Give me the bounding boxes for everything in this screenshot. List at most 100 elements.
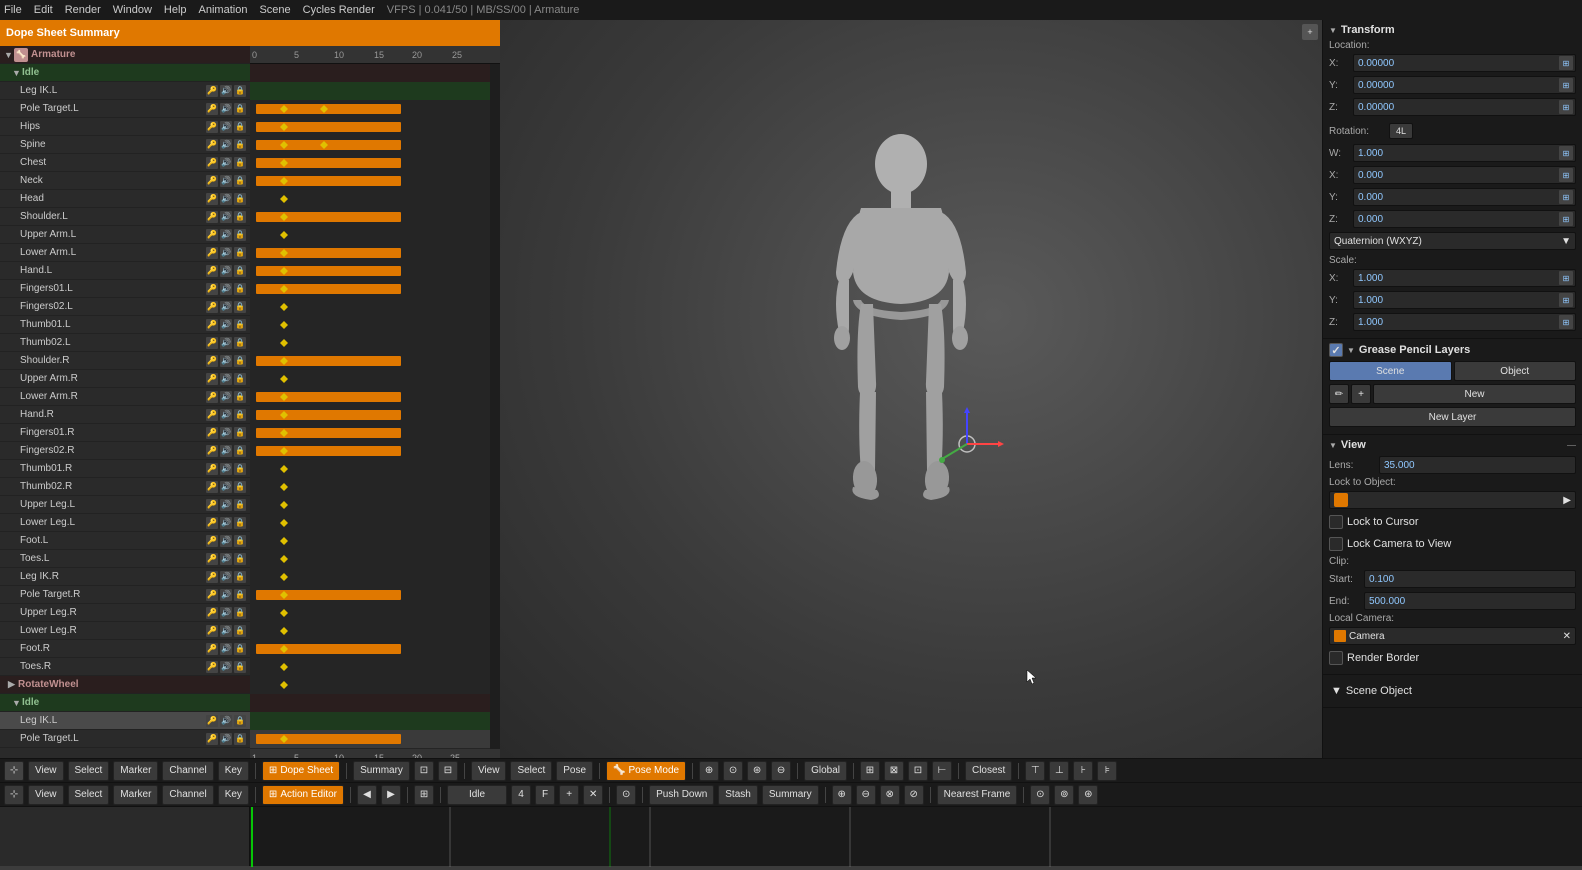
icon-key30[interactable]: 🔑: [206, 607, 218, 619]
tb1-key-btn[interactable]: Key: [218, 761, 249, 781]
icon-lock20[interactable]: 🔒: [234, 427, 246, 439]
icon-key23[interactable]: 🔑: [206, 481, 218, 493]
channel-toes-l[interactable]: Toes.L 🔑🔊🔒: [0, 550, 250, 568]
icon-mute5[interactable]: 🔊: [220, 157, 232, 169]
icon-mute6[interactable]: 🔊: [220, 175, 232, 187]
icon-key11[interactable]: 🔑: [206, 265, 218, 277]
loc-y-value[interactable]: 0.00000 ⊞: [1353, 76, 1576, 94]
loc-y-copy[interactable]: ⊞: [1559, 78, 1573, 92]
icon-mute31[interactable]: 🔊: [220, 625, 232, 637]
channel-thumb01-r[interactable]: Thumb01.R 🔑🔊🔒: [0, 460, 250, 478]
icon-key32[interactable]: 🔑: [206, 643, 218, 655]
channel-shoulder-r[interactable]: Shoulder.R 🔑🔊🔒: [0, 352, 250, 370]
icon-lock3[interactable]: 🔒: [234, 121, 246, 133]
tb2-nearest-frame-btn[interactable]: Nearest Frame: [937, 785, 1018, 805]
tb2-icon-1[interactable]: ⊹: [4, 785, 24, 805]
lock-object-chevron[interactable]: ▶: [1563, 495, 1571, 506]
tb2-view-btn[interactable]: View: [28, 785, 64, 805]
tb1-icon-14[interactable]: ⊦: [1073, 761, 1093, 781]
menu-render[interactable]: Render: [65, 4, 101, 16]
tb1-icon-8[interactable]: ⊞: [860, 761, 880, 781]
icon-lock35[interactable]: 🔒: [234, 733, 246, 745]
loc-z-value[interactable]: 0.00000 ⊞: [1353, 98, 1576, 116]
icon-key15[interactable]: 🔑: [206, 337, 218, 349]
icon-mute30[interactable]: 🔊: [220, 607, 232, 619]
rotation-mode-btn[interactable]: 4L: [1389, 123, 1413, 139]
tb2-marker-btn[interactable]: Marker: [113, 785, 158, 805]
icon-mute35[interactable]: 🔊: [220, 733, 232, 745]
icon-key6[interactable]: 🔑: [206, 175, 218, 187]
icon-lock[interactable]: 🔒: [234, 85, 246, 97]
channel-leg-ik-l[interactable]: Leg IK.L 🔑 🔊 🔒: [0, 82, 250, 100]
tb2-icon-12[interactable]: ⊛: [1078, 785, 1098, 805]
scale-z-copy[interactable]: ⊞: [1559, 315, 1573, 329]
icon-lock34[interactable]: 🔒: [234, 715, 246, 727]
channel-upper-leg-l[interactable]: Upper Leg.L 🔑🔊🔒: [0, 496, 250, 514]
tb1-global-btn[interactable]: Global: [804, 761, 847, 781]
icon-mute16[interactable]: 🔊: [220, 355, 232, 367]
tb2-frame-num[interactable]: 4: [511, 785, 531, 805]
scale-z-value[interactable]: 1.000 ⊞: [1353, 313, 1576, 331]
icon-lock6[interactable]: 🔒: [234, 175, 246, 187]
tb2-icon-3[interactable]: +: [559, 785, 579, 805]
rot-x-value[interactable]: 0.000 ⊞: [1353, 166, 1576, 184]
tb1-marker-btn[interactable]: Marker: [113, 761, 158, 781]
icon-mute34[interactable]: 🔊: [220, 715, 232, 727]
icon-mute13[interactable]: 🔊: [220, 301, 232, 313]
icon-mute10[interactable]: 🔊: [220, 247, 232, 259]
icon-key10[interactable]: 🔑: [206, 247, 218, 259]
icon-key25[interactable]: 🔑: [206, 517, 218, 529]
object-btn[interactable]: Object: [1454, 361, 1577, 381]
tb1-view2-btn[interactable]: View: [471, 761, 507, 781]
tb2-channel-btn[interactable]: Channel: [162, 785, 213, 805]
view-header[interactable]: ▼ View —: [1329, 439, 1576, 451]
icon-key5[interactable]: 🔑: [206, 157, 218, 169]
channel-upper-arm-r[interactable]: Upper Arm.R 🔑🔊🔒: [0, 370, 250, 388]
icon-lock29[interactable]: 🔒: [234, 589, 246, 601]
menu-cycles[interactable]: Cycles Render: [303, 4, 375, 16]
icon-key7[interactable]: 🔑: [206, 193, 218, 205]
icon-lock32[interactable]: 🔒: [234, 643, 246, 655]
icon-lock5[interactable]: 🔒: [234, 157, 246, 169]
channel-idle-1[interactable]: ▼ Idle: [0, 64, 250, 82]
tb2-prev-btn[interactable]: ◀: [357, 785, 377, 805]
tb2-summary-btn[interactable]: Summary: [762, 785, 819, 805]
icon-mute14[interactable]: 🔊: [220, 319, 232, 331]
tb1-channel-btn[interactable]: Channel: [162, 761, 213, 781]
tb2-icon-10[interactable]: ⊙: [1030, 785, 1050, 805]
channel-pole-target-l-2[interactable]: Pole Target.L 🔑🔊🔒: [0, 730, 250, 748]
tb2-icon-7[interactable]: ⊖: [856, 785, 876, 805]
rot-y-value[interactable]: 0.000 ⊞: [1353, 188, 1576, 206]
icon-key8[interactable]: 🔑: [206, 211, 218, 223]
tb2-icon-8[interactable]: ⊗: [880, 785, 900, 805]
icon-lock12[interactable]: 🔒: [234, 283, 246, 295]
channel-lower-arm-r[interactable]: Lower Arm.R 🔑🔊🔒: [0, 388, 250, 406]
lock-cursor-checkbox[interactable]: [1329, 515, 1343, 529]
rot-z-copy[interactable]: ⊞: [1559, 212, 1573, 226]
loc-z-copy[interactable]: ⊞: [1559, 100, 1573, 114]
channel-head[interactable]: Head 🔑🔊🔒: [0, 190, 250, 208]
tb1-icon-15[interactable]: ⊧: [1097, 761, 1117, 781]
channel-thumb02-l[interactable]: Thumb02.L 🔑🔊🔒: [0, 334, 250, 352]
icon-mute12[interactable]: 🔊: [220, 283, 232, 295]
channel-toes-r[interactable]: Toes.R 🔑🔊🔒: [0, 658, 250, 676]
lock-camera-checkbox[interactable]: [1329, 537, 1343, 551]
transform-header[interactable]: ▼ Transform: [1329, 24, 1576, 36]
channel-lower-arm-l[interactable]: Lower Arm.L 🔑🔊🔒: [0, 244, 250, 262]
tb1-icon-6[interactable]: ⊛: [747, 761, 767, 781]
icon-lock17[interactable]: 🔒: [234, 373, 246, 385]
icon-mute29[interactable]: 🔊: [220, 589, 232, 601]
timeline-frames[interactable]: [250, 807, 1582, 866]
icon-mute7[interactable]: 🔊: [220, 193, 232, 205]
icon-key24[interactable]: 🔑: [206, 499, 218, 511]
icon-key18[interactable]: 🔑: [206, 391, 218, 403]
channel-rotate-wheel[interactable]: ▶ RotateWheel: [0, 676, 250, 694]
scale-y-copy[interactable]: ⊞: [1559, 293, 1573, 307]
channel-armature[interactable]: ▼ 🦴 Armature: [0, 46, 250, 64]
icon-lock23[interactable]: 🔒: [234, 481, 246, 493]
channel-shoulder-l[interactable]: Shoulder.L 🔑🔊🔒: [0, 208, 250, 226]
channel-leg-ik-l-2[interactable]: Leg IK.L 🔑🔊🔒: [0, 712, 250, 730]
icon-lock10[interactable]: 🔒: [234, 247, 246, 259]
viewport[interactable]: +: [500, 20, 1322, 758]
menu-scene[interactable]: Scene: [259, 4, 290, 16]
